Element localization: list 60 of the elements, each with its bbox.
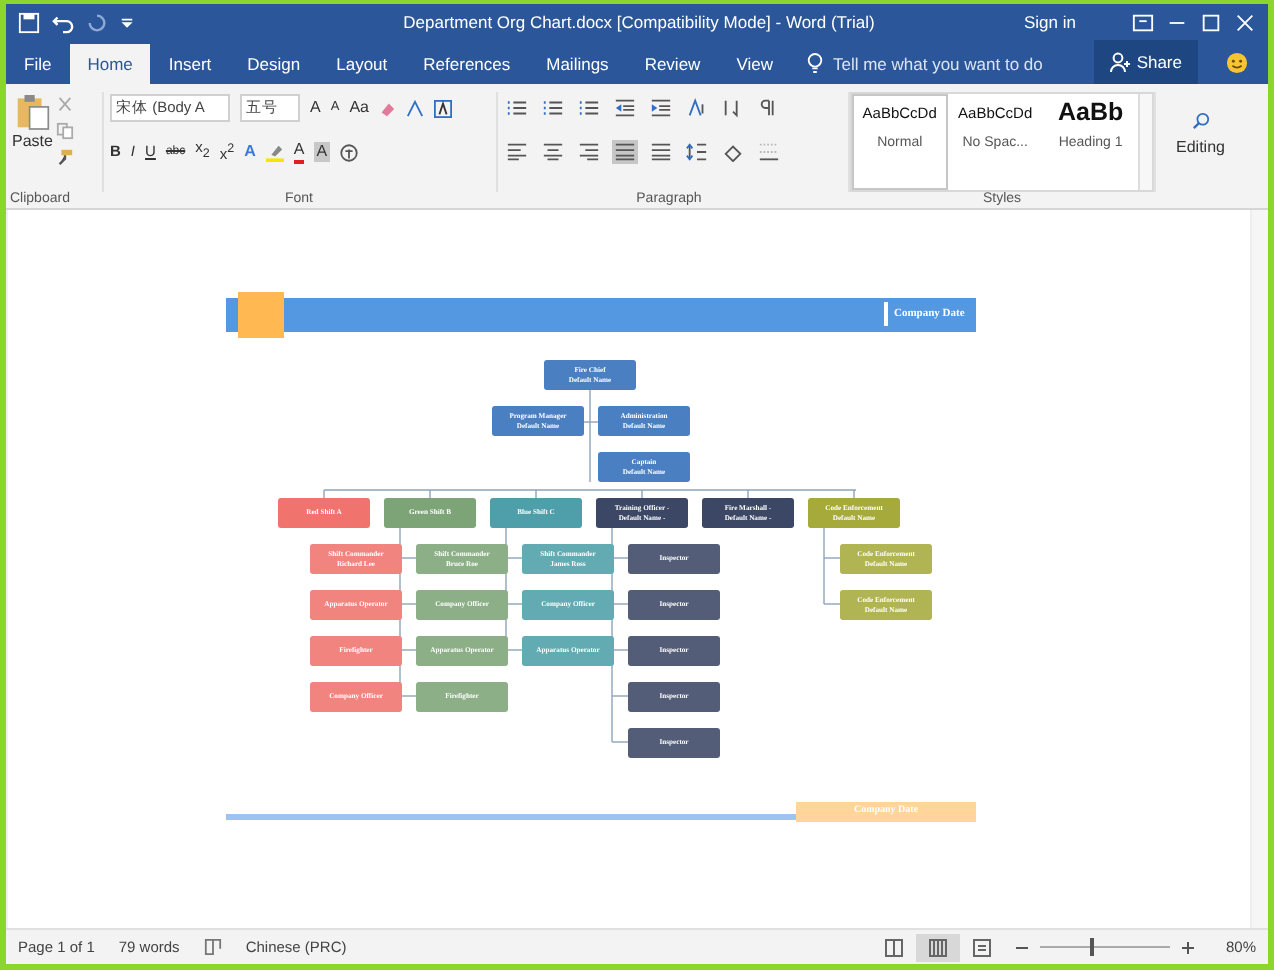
increase-indent-icon[interactable] — [648, 96, 674, 120]
character-shading-button[interactable]: A — [314, 142, 330, 162]
shading-icon[interactable] — [720, 140, 746, 164]
font-color-button[interactable]: A — [293, 140, 305, 164]
character-border-icon[interactable] — [434, 99, 453, 117]
lightbulb-icon — [806, 52, 825, 74]
undo-icon[interactable] — [52, 11, 74, 33]
close-icon[interactable] — [1234, 11, 1256, 33]
sign-in-link[interactable]: Sign in — [1024, 12, 1076, 32]
customize-toolbar-icon[interactable] — [120, 15, 134, 29]
tell-me-field[interactable]: Tell me what you want to do — [824, 44, 1091, 84]
ribbon-tab[interactable]: Home — [69, 44, 151, 84]
ribbon-tab[interactable]: View — [718, 44, 791, 84]
justify-icon[interactable] — [612, 140, 638, 164]
ribbon-tab[interactable]: Insert — [150, 44, 230, 84]
scrollbar[interactable] — [1250, 210, 1268, 928]
editing-button[interactable]: Editing — [1156, 92, 1225, 192]
smiley-icon[interactable] — [1226, 52, 1248, 74]
header-accent-square — [238, 292, 284, 338]
maximize-icon[interactable] — [1200, 11, 1222, 33]
share-button[interactable]: Share — [1094, 40, 1198, 84]
ribbon-display-icon[interactable] — [1132, 11, 1154, 33]
person-icon — [1110, 52, 1131, 72]
gallery-scrollbar[interactable] — [1138, 94, 1152, 190]
zoom-out-button[interactable] — [1015, 941, 1028, 953]
style-preview: AaBb — [1057, 104, 1124, 122]
decrease-indent-icon[interactable] — [612, 96, 638, 120]
save-icon[interactable] — [18, 11, 40, 33]
proofing-icon[interactable] — [203, 938, 222, 956]
ribbon-tab[interactable]: References — [405, 44, 529, 84]
eraser-icon[interactable] — [378, 99, 397, 117]
change-case-button[interactable]: Aa — [349, 98, 369, 118]
redo-icon[interactable] — [86, 11, 108, 33]
ribbon-tab[interactable]: Review — [626, 44, 719, 84]
ribbon-tab[interactable]: File — [6, 44, 70, 84]
borders-icon[interactable] — [756, 140, 782, 164]
line-spacing-icon[interactable] — [684, 140, 710, 164]
clipboard-icon — [15, 92, 50, 132]
bullets-icon[interactable] — [504, 96, 530, 120]
numbering-icon[interactable] — [540, 96, 566, 120]
print-layout-icon[interactable] — [915, 933, 960, 961]
paste-button[interactable]: Paste — [12, 92, 53, 192]
multilevel-list-icon[interactable] — [576, 96, 602, 120]
text-effects-button[interactable]: A — [244, 142, 256, 162]
align-center-icon[interactable] — [540, 140, 566, 164]
phonetic-guide-icon[interactable] — [406, 99, 425, 117]
ribbon-tab[interactable]: Layout — [318, 44, 406, 84]
ribbon-tab[interactable]: Mailings — [528, 44, 627, 84]
window-title: Department Org Chart.docx [Compatibility Mode] - Word (Trial) — [401, 12, 877, 32]
format-painter-icon[interactable] — [56, 148, 75, 166]
grow-font-button[interactable]: A — [310, 98, 321, 118]
ribbon-tab[interactable]: Design — [229, 44, 319, 84]
highlighter-icon[interactable] — [265, 143, 284, 161]
align-left-icon[interactable] — [504, 140, 530, 164]
distributed-icon[interactable] — [648, 140, 674, 164]
enclose-character-icon[interactable] — [339, 143, 358, 161]
zoom-in-button[interactable] — [1181, 941, 1194, 953]
search-icon — [1191, 112, 1210, 130]
align-right-icon[interactable] — [576, 140, 602, 164]
zoom-slider-thumb[interactable] — [1089, 938, 1094, 956]
